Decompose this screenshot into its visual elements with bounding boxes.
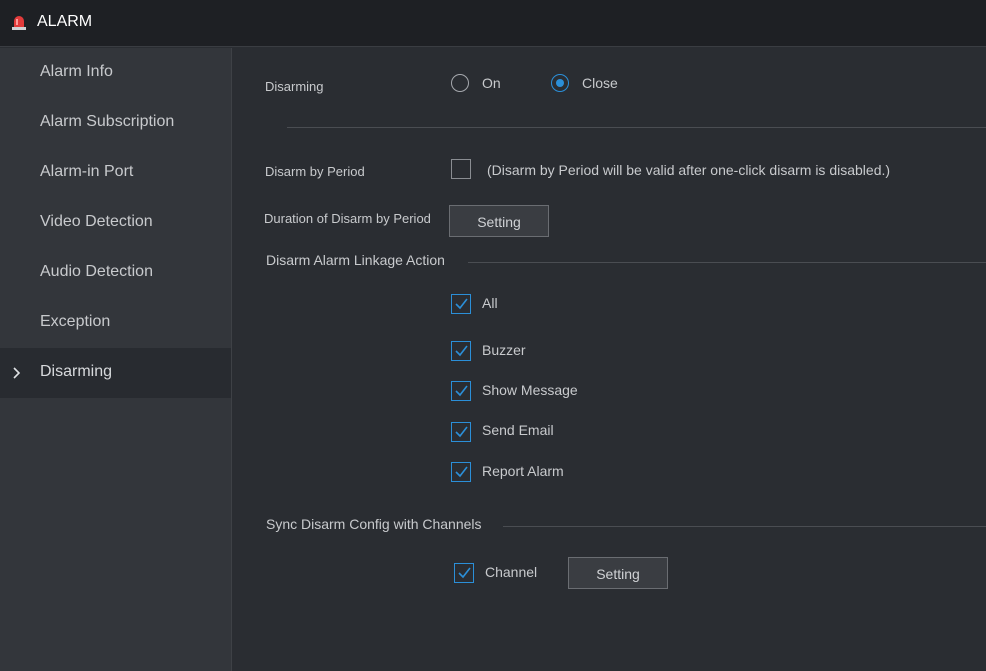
sync-channel-checkbox[interactable] bbox=[454, 563, 474, 583]
duration-label: Duration of Disarm by Period bbox=[264, 211, 431, 226]
sidebar-item-label: Exception bbox=[40, 313, 111, 330]
sidebar-item-exception[interactable]: Exception bbox=[0, 298, 231, 348]
sidebar-item-alarm-info[interactable]: Alarm Info bbox=[0, 48, 231, 98]
radio-close-label: Close bbox=[582, 75, 618, 91]
sidebar-item-label: Audio Detection bbox=[40, 263, 153, 280]
sync-channel-label: Channel bbox=[485, 564, 538, 580]
app-header: ALARM bbox=[0, 0, 986, 47]
sidebar-item-alarm-in-port[interactable]: Alarm-in Port bbox=[0, 148, 231, 198]
main-panel: Disarming On Close Disarm by Period (Dis… bbox=[232, 48, 986, 671]
sidebar-item-label: Alarm Info bbox=[40, 63, 113, 80]
linkage-all-checkbox[interactable] bbox=[451, 294, 471, 314]
sidebar-item-audio-detection[interactable]: Audio Detection bbox=[0, 248, 231, 298]
sidebar-item-video-detection[interactable]: Video Detection bbox=[0, 198, 231, 248]
sidebar-item-label: Alarm Subscription bbox=[40, 113, 175, 130]
radio-on-label: On bbox=[482, 75, 501, 91]
disarming-label: Disarming bbox=[265, 79, 324, 94]
sidebar-item-disarming[interactable]: Disarming bbox=[0, 348, 231, 398]
sidebar-item-label: Video Detection bbox=[40, 213, 153, 230]
sidebar-item-label: Disarming bbox=[40, 363, 113, 380]
linkage-all-label: All bbox=[482, 295, 498, 311]
disarm-by-period-note: (Disarm by Period will be valid after on… bbox=[487, 162, 891, 178]
linkage-show-message-checkbox[interactable] bbox=[451, 381, 471, 401]
alarm-light-icon bbox=[11, 14, 27, 31]
page-title: ALARM bbox=[37, 13, 93, 30]
disarm-by-period-checkbox[interactable] bbox=[451, 159, 471, 179]
divider bbox=[468, 262, 986, 263]
linkage-show-message-label: Show Message bbox=[482, 382, 578, 398]
linkage-send-email-label: Send Email bbox=[482, 422, 554, 438]
sidebar-item-label: Alarm-in Port bbox=[40, 163, 134, 180]
sidebar: Alarm Info Alarm Subscription Alarm-in P… bbox=[0, 48, 232, 671]
linkage-section-title: Disarm Alarm Linkage Action bbox=[266, 252, 445, 268]
sidebar-item-alarm-subscription[interactable]: Alarm Subscription bbox=[0, 98, 231, 148]
linkage-send-email-checkbox[interactable] bbox=[451, 422, 471, 442]
sync-channel-setting-button[interactable]: Setting bbox=[568, 557, 668, 589]
chevron-right-icon bbox=[12, 366, 22, 379]
radio-close[interactable] bbox=[551, 74, 569, 92]
disarm-by-period-label: Disarm by Period bbox=[265, 164, 365, 179]
linkage-buzzer-label: Buzzer bbox=[482, 342, 526, 358]
radio-on[interactable] bbox=[451, 74, 469, 92]
linkage-report-alarm-checkbox[interactable] bbox=[451, 462, 471, 482]
divider bbox=[503, 526, 986, 527]
sync-section-title: Sync Disarm Config with Channels bbox=[266, 516, 482, 532]
linkage-buzzer-checkbox[interactable] bbox=[451, 341, 471, 361]
linkage-report-alarm-label: Report Alarm bbox=[482, 463, 564, 479]
duration-setting-button[interactable]: Setting bbox=[449, 205, 549, 237]
divider bbox=[287, 127, 986, 128]
